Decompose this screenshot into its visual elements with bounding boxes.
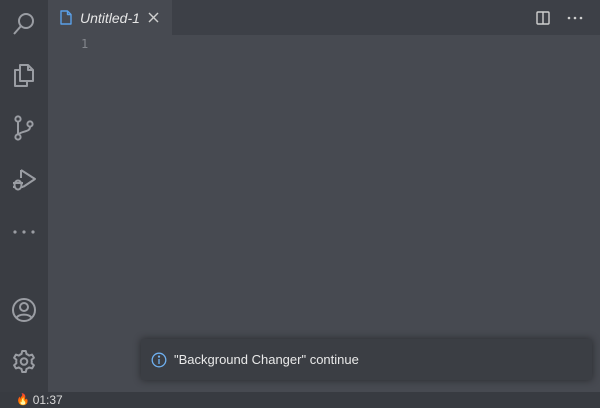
account-icon[interactable] (0, 286, 48, 334)
notification-message: "Background Changer" continue (174, 352, 359, 367)
more-actions-icon[interactable] (564, 7, 586, 29)
line-number: 1 (81, 37, 89, 51)
search-icon[interactable] (0, 0, 48, 48)
run-debug-icon[interactable] (0, 156, 48, 204)
tab-label: Untitled-1 (80, 9, 140, 26)
vscode-window: Untitled-1 1 "Background Changer" contin… (0, 0, 600, 408)
more-icon[interactable] (0, 208, 48, 256)
explorer-icon[interactable] (0, 51, 48, 99)
tab-bar: Untitled-1 (48, 0, 600, 35)
notification-toast[interactable]: "Background Changer" continue (141, 339, 592, 380)
split-editor-icon[interactable] (532, 7, 554, 29)
settings-icon[interactable] (0, 338, 48, 386)
file-icon (59, 10, 73, 26)
status-bar: 🔥 01:37 (0, 392, 600, 408)
tab-untitled-1[interactable]: Untitled-1 (48, 0, 172, 35)
flame-icon: 🔥 (16, 394, 30, 406)
info-icon (151, 352, 167, 368)
timer-status-item[interactable]: 🔥 01:37 (16, 393, 63, 407)
timer-value: 01:37 (32, 393, 63, 407)
close-icon[interactable] (146, 10, 162, 26)
activity-bar (0, 0, 48, 392)
editor-actions (522, 0, 586, 35)
source-control-icon[interactable] (0, 104, 48, 152)
